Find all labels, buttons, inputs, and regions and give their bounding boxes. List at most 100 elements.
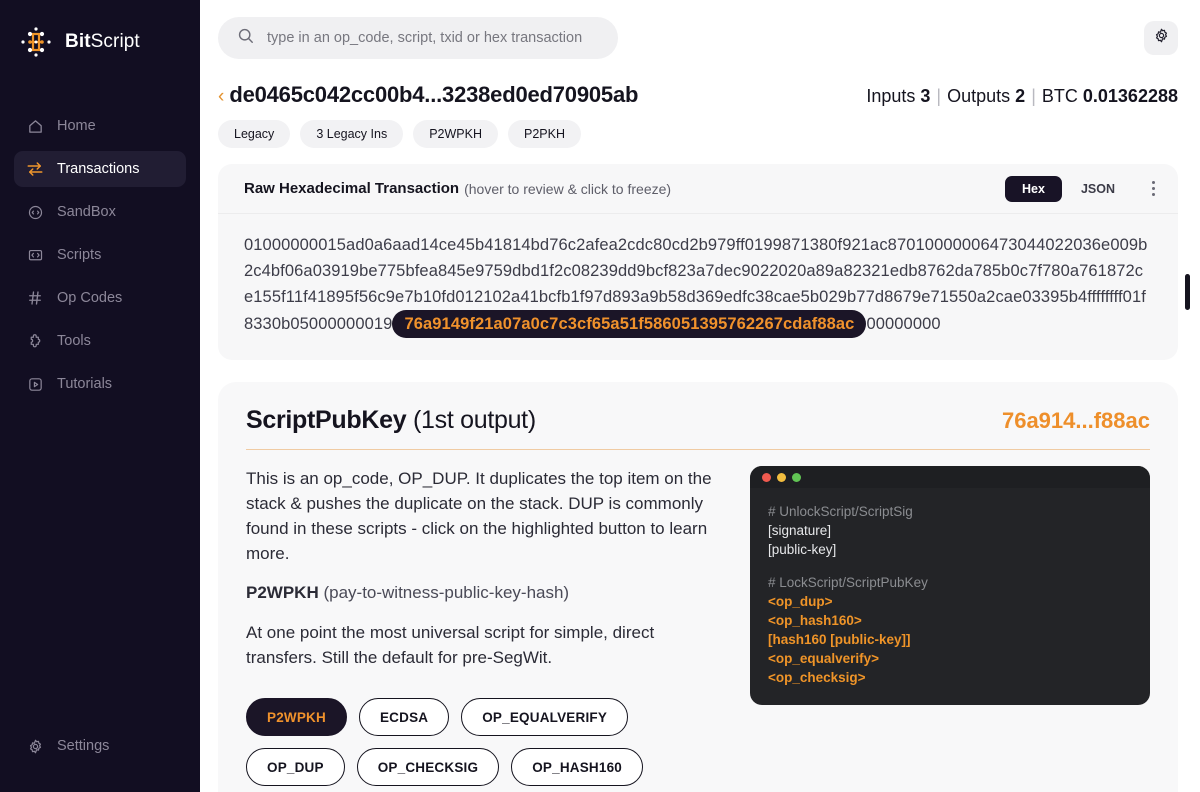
sidebar-bottom: Settings [0,728,200,792]
more-vertical-icon[interactable] [1142,181,1164,196]
script-kind: P2WPKH (pay-to-witness-public-key-hash) [246,583,726,603]
sidebar-item-label: Scripts [57,247,102,263]
sidebar-item-transactions[interactable]: Transactions [14,151,186,187]
hex-segment: 00000000 [866,315,941,333]
raw-hex-body: 01000000015ad0a6aad14ce45b41814bd76c2afe… [218,214,1178,360]
sidebar-item-label: Op Codes [57,290,123,306]
sidebar: BitScript Home Transactions SandBox Scri… [0,0,200,792]
scriptpubkey-body: This is an op_code, OP_DUP. It duplicate… [246,466,1150,786]
settings-button[interactable] [1144,21,1178,55]
terminal-line: <op_checksig> [768,670,866,685]
sidebar-item-label: Settings [57,738,110,754]
stat-separator: | [1031,86,1036,106]
terminal-line: <op_dup> [768,594,833,609]
terminal-line: [hash160 [public-key]] [768,632,911,647]
script-kind-bold: P2WPKH [246,583,319,602]
sidebar-item-tutorials[interactable]: Tutorials [14,366,186,402]
terminal-titlebar [750,466,1150,488]
btc-label: BTC [1041,86,1078,106]
raw-hex-header: Raw Hexadecimal Transaction (hover to re… [218,164,1178,214]
tag-pill[interactable]: 3 Legacy Ins [300,120,404,148]
terminal-line: # UnlockScript/ScriptSig [768,504,913,519]
scriptpubkey-text-column: This is an op_code, OP_DUP. It duplicate… [246,466,726,786]
format-toggle-hex[interactable]: Hex [1005,175,1062,202]
scriptpubkey-card: ScriptPubKey (1st output) 76a914...f88ac… [218,382,1178,792]
terminal-close-dot-icon[interactable] [762,472,771,482]
play-box-icon [26,375,44,393]
hex-segment-highlighted[interactable]: 76a9149f21a07a0c7c3cf65a51f5860513957622… [392,310,867,338]
op-button-grid: P2WPKH ECDSA OP_EQUALVERIFY OP_DUP OP_CH… [246,698,666,786]
terminal-line: <op_equalverify> [768,651,880,666]
brand-text: BitScript [65,31,140,53]
transaction-stats: Inputs 3 | Outputs 2 | BTC 0.01362288 [866,86,1178,107]
terminal-line: [signature] [768,523,832,538]
sidebar-item-label: SandBox [57,204,116,220]
brand-bold: Bit [65,31,91,52]
inputs-value: 3 [920,86,931,106]
op-button-op-dup[interactable]: OP_DUP [246,748,345,786]
sidebar-item-sandbox[interactable]: SandBox [14,194,186,230]
bitscript-logo-icon [16,22,56,62]
format-toggle: Hex JSON [1005,175,1164,202]
terminal-line-gap [768,559,1132,573]
sidebar-item-label: Transactions [57,161,140,177]
scriptpubkey-title-light: (1st output) [406,406,536,434]
btc-value: 0.01362288 [1082,86,1178,106]
sidebar-item-label: Tutorials [57,376,113,392]
topbar [200,0,1200,76]
content-area: Raw Hexadecimal Transaction (hover to re… [200,148,1200,792]
sidebar-item-scripts[interactable]: Scripts [14,237,186,273]
inputs-label: Inputs [866,86,916,106]
op-button-p2wpkh[interactable]: P2WPKH [246,698,347,736]
scriptpubkey-card-header: ScriptPubKey (1st output) 76a914...f88ac [246,406,1150,435]
sidebar-nav: Home Transactions SandBox Scripts Op Cod… [0,108,200,402]
terminal-line: <op_hash160> [768,613,862,628]
sidebar-item-home[interactable]: Home [14,108,186,144]
sidebar-item-settings[interactable]: Settings [14,728,186,764]
transaction-id: de0465c042cc00b4...3238ed0ed70905ab [229,82,639,107]
scriptpubkey-description: This is an op_code, OP_DUP. It duplicate… [246,469,712,563]
script-terminal: # UnlockScript/ScriptSig [signature] [pu… [750,466,1150,705]
format-toggle-json[interactable]: JSON [1064,176,1132,202]
sidebar-item-label: Home [57,118,96,134]
gear-icon [26,737,44,755]
script-note: At one point the most universal script f… [246,623,655,667]
terminal-minimize-dot-icon[interactable] [777,472,786,482]
tag-pill[interactable]: P2PKH [508,120,581,148]
sandbox-icon [26,203,44,221]
raw-hex-text[interactable]: 01000000015ad0a6aad14ce45b41814bd76c2afe… [244,232,1152,338]
brand[interactable]: BitScript [0,0,200,62]
scripts-icon [26,246,44,264]
scriptpubkey-hash[interactable]: 76a914...f88ac [1002,408,1150,434]
gear-icon [1153,27,1170,49]
main-panel: ‹ de0465c042cc00b4...3238ed0ed70905ab In… [200,0,1200,792]
brand-light: Script [90,31,140,52]
sidebar-item-tools[interactable]: Tools [14,323,186,359]
op-button-op-hash160[interactable]: OP_HASH160 [511,748,643,786]
script-kind-light: (pay-to-witness-public-key-hash) [318,583,570,602]
search-bar[interactable] [218,17,618,59]
tag-pill[interactable]: P2WPKH [413,120,498,148]
scriptpubkey-title-bold: ScriptPubKey [246,406,407,434]
transaction-tag-pills: Legacy 3 Legacy Ins P2WPKH P2PKH [218,120,1178,148]
transactions-arrows-icon [26,160,44,178]
scriptpubkey-title: ScriptPubKey (1st output) [246,406,536,435]
terminal-line: [public-key] [768,542,837,557]
sidebar-item-label: Tools [57,333,91,349]
terminal-maximize-dot-icon[interactable] [792,472,801,482]
terminal-line: # LockScript/ScriptPubKey [768,575,928,590]
terminal-code: # UnlockScript/ScriptSig [signature] [pu… [750,488,1150,705]
op-button-ecdsa[interactable]: ECDSA [358,698,450,736]
op-button-op-checksig[interactable]: OP_CHECKSIG [356,748,500,786]
hash-icon [26,289,44,307]
outputs-value: 2 [1015,86,1026,106]
search-icon [236,26,255,50]
op-button-op-equalverify[interactable]: OP_EQUALVERIFY [461,698,629,736]
content-scrollbar-thumb[interactable] [1185,274,1190,310]
search-input[interactable] [267,30,600,46]
back-chevron-icon[interactable]: ‹ [218,87,224,106]
transaction-header-row: ‹ de0465c042cc00b4...3238ed0ed70905ab In… [218,82,1178,108]
sidebar-item-op-codes[interactable]: Op Codes [14,280,186,316]
raw-hex-subtitle: (hover to review & click to freeze) [464,180,672,197]
tag-pill[interactable]: Legacy [218,120,291,148]
